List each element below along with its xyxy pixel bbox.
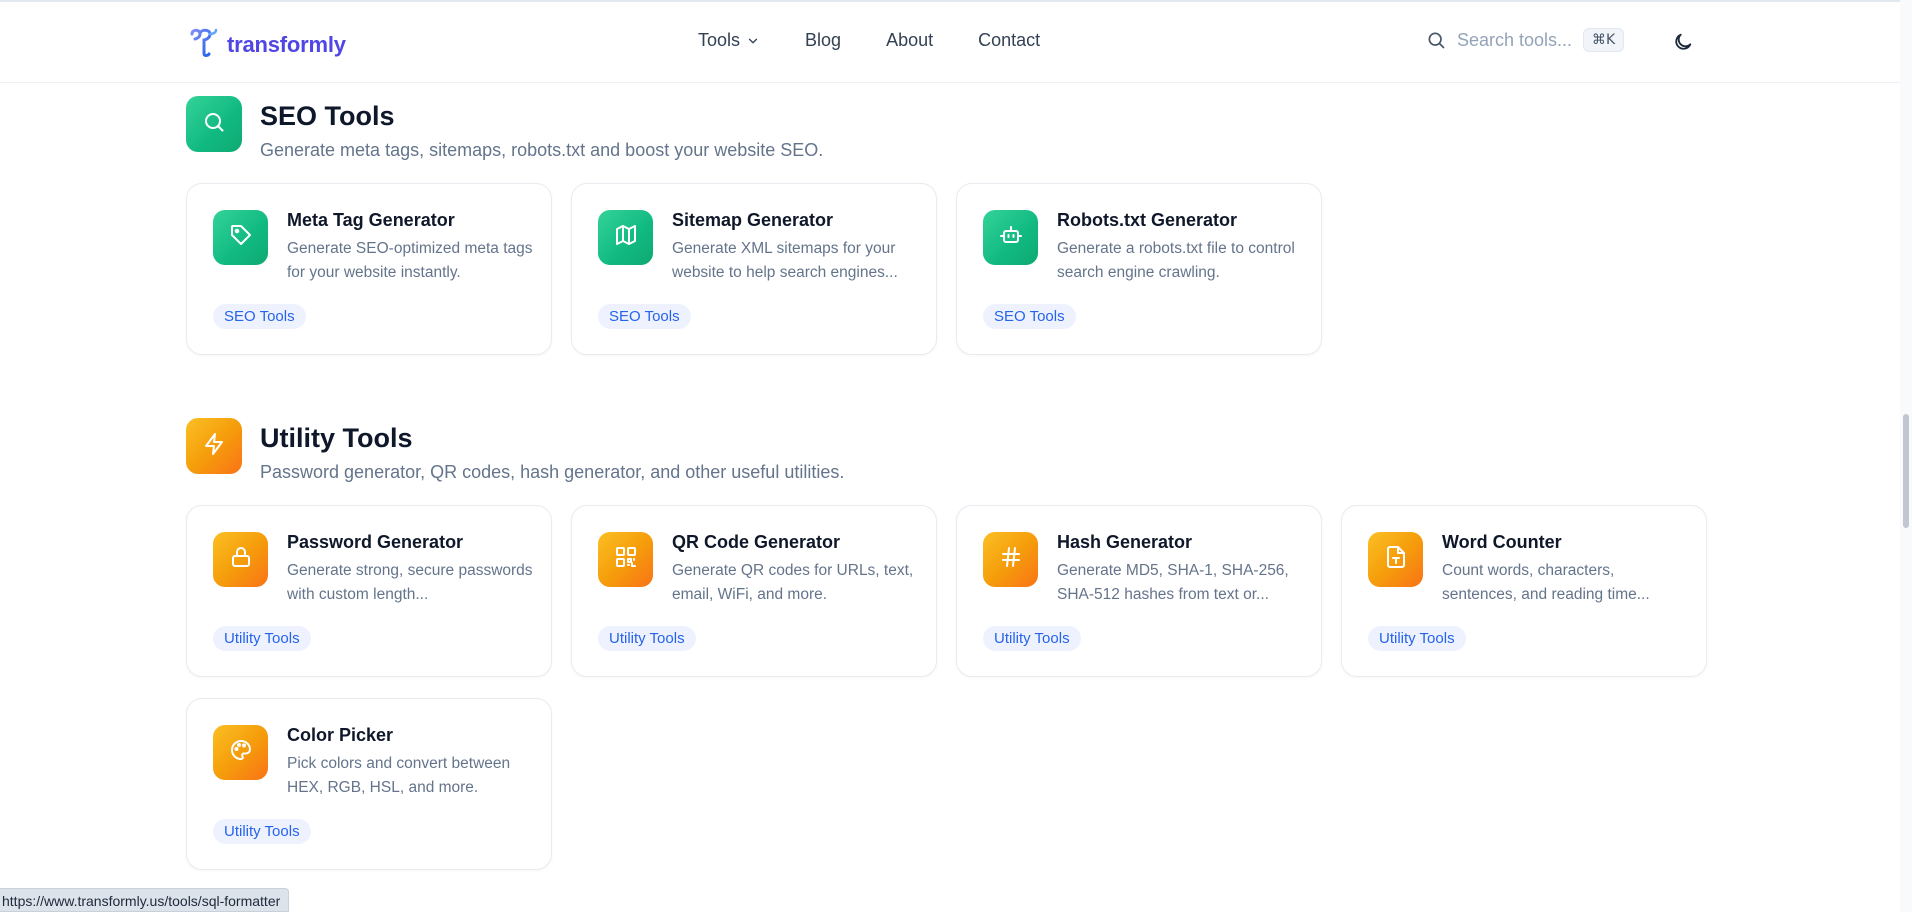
section-title-seo: SEO Tools bbox=[260, 101, 395, 131]
main-nav: Tools Blog About Contact bbox=[698, 30, 1040, 51]
section-description-utility: Password generator, QR codes, hash gener… bbox=[260, 461, 845, 482]
section-header-seo: SEO Tools Generate meta tags, sitemaps, … bbox=[186, 96, 823, 161]
card-title: Meta Tag Generator bbox=[287, 210, 455, 230]
section-header-utility: Utility Tools Password generator, QR cod… bbox=[186, 418, 844, 483]
tool-card-color-picker[interactable]: Color Picker Pick colors and convert bet… bbox=[186, 698, 552, 870]
tool-card-robots-txt-generator[interactable]: Robots.txt Generator Generate a robots.t… bbox=[956, 183, 1322, 355]
bot-icon bbox=[999, 223, 1023, 252]
category-badge: SEO Tools bbox=[213, 304, 306, 329]
nav-about-label: About bbox=[886, 30, 934, 50]
qr-code-icon bbox=[614, 545, 638, 574]
logo-mark-icon bbox=[186, 24, 222, 65]
card-title: Hash Generator bbox=[1057, 532, 1193, 552]
section-icon-seo bbox=[186, 96, 242, 152]
card-description: Generate SEO-optimized meta tags for you… bbox=[287, 240, 533, 281]
card-title: Sitemap Generator bbox=[672, 210, 834, 230]
card-title: QR Code Generator bbox=[672, 532, 841, 552]
card-icon-container bbox=[213, 725, 268, 780]
card-title: Password Generator bbox=[287, 532, 464, 552]
scrollbar-thumb[interactable] bbox=[1903, 414, 1909, 528]
search-icon bbox=[202, 110, 226, 139]
card-description: Generate XML sitemaps for your website t… bbox=[672, 240, 898, 281]
card-description: Generate MD5, SHA-1, SHA-256, SHA-512 ha… bbox=[1057, 562, 1289, 603]
card-title: Robots.txt Generator bbox=[1057, 210, 1238, 230]
category-badge: Utility Tools bbox=[1368, 626, 1466, 651]
search-icon bbox=[1426, 30, 1446, 50]
card-description: Generate strong, secure passwords with c… bbox=[287, 562, 533, 603]
palette-icon bbox=[229, 738, 253, 767]
category-badge: Utility Tools bbox=[983, 626, 1081, 651]
category-badge: Utility Tools bbox=[598, 626, 696, 651]
zap-icon bbox=[202, 432, 226, 461]
tool-card-hash-generator[interactable]: Hash Generator Generate MD5, SHA-1, SHA-… bbox=[956, 505, 1322, 677]
logo[interactable]: transformly bbox=[186, 24, 346, 65]
status-bar-url: https://www.transformly.us/tools/sql-for… bbox=[0, 888, 290, 912]
section-description-seo: Generate meta tags, sitemaps, robots.txt… bbox=[260, 139, 824, 160]
tool-card-meta-tag-generator[interactable]: Meta Tag Generator Generate SEO-optimize… bbox=[186, 183, 552, 355]
page-scrollbar[interactable] bbox=[1900, 0, 1912, 912]
tool-card-password-generator[interactable]: Password Generator Generate strong, secu… bbox=[186, 505, 552, 677]
card-description: Generate a robots.txt file to control se… bbox=[1057, 240, 1295, 281]
card-description: Generate QR codes for URLs, text, email,… bbox=[672, 562, 914, 603]
card-description: Count words, characters, sentences, and … bbox=[1442, 562, 1650, 603]
lock-icon bbox=[229, 545, 253, 574]
search-shortcut-badge: ⌘K bbox=[1583, 28, 1625, 52]
nav-item-tools[interactable]: Tools bbox=[698, 30, 760, 51]
chevron-down-icon bbox=[746, 34, 760, 48]
category-badge: SEO Tools bbox=[983, 304, 1076, 329]
nav-item-contact[interactable]: Contact bbox=[978, 30, 1040, 51]
nav-item-about[interactable]: About bbox=[886, 30, 933, 51]
card-icon-container bbox=[598, 210, 653, 265]
card-icon-container bbox=[1368, 532, 1423, 587]
section-icon-utility bbox=[186, 418, 242, 474]
search-placeholder: Search tools... bbox=[1457, 29, 1573, 50]
card-title: Color Picker bbox=[287, 725, 394, 745]
card-icon-container bbox=[213, 210, 268, 265]
map-icon bbox=[614, 223, 638, 252]
card-icon-container bbox=[213, 532, 268, 587]
tool-card-sitemap-generator[interactable]: Sitemap Generator Generate XML sitemaps … bbox=[571, 183, 937, 355]
nav-item-blog[interactable]: Blog bbox=[805, 30, 841, 51]
search-input[interactable]: Search tools... ⌘K bbox=[1426, 28, 1625, 52]
nav-tools-label: Tools bbox=[698, 30, 741, 50]
file-text-icon bbox=[1384, 545, 1408, 574]
tool-card-qr-code-generator[interactable]: QR Code Generator Generate QR codes for … bbox=[571, 505, 937, 677]
category-badge: Utility Tools bbox=[213, 819, 311, 844]
category-badge: Utility Tools bbox=[213, 626, 311, 651]
tool-card-word-counter[interactable]: Word Counter Count words, characters, se… bbox=[1341, 505, 1707, 677]
nav-blog-label: Blog bbox=[805, 30, 842, 50]
theme-toggle-button[interactable] bbox=[1672, 31, 1696, 55]
nav-contact-label: Contact bbox=[978, 30, 1041, 50]
card-title: Word Counter bbox=[1442, 532, 1562, 552]
section-title-utility: Utility Tools bbox=[260, 423, 413, 453]
hash-icon bbox=[999, 545, 1023, 574]
category-badge: SEO Tools bbox=[598, 304, 691, 329]
card-description: Pick colors and convert between HEX, RGB… bbox=[287, 755, 511, 796]
moon-icon bbox=[1672, 31, 1696, 53]
tag-icon bbox=[229, 223, 253, 252]
site-header: transformly Tools Blog About Contact Sea… bbox=[0, 2, 1900, 83]
card-icon-container bbox=[598, 532, 653, 587]
card-icon-container bbox=[983, 532, 1038, 587]
logo-text: transformly bbox=[227, 31, 346, 57]
card-icon-container bbox=[983, 210, 1038, 265]
